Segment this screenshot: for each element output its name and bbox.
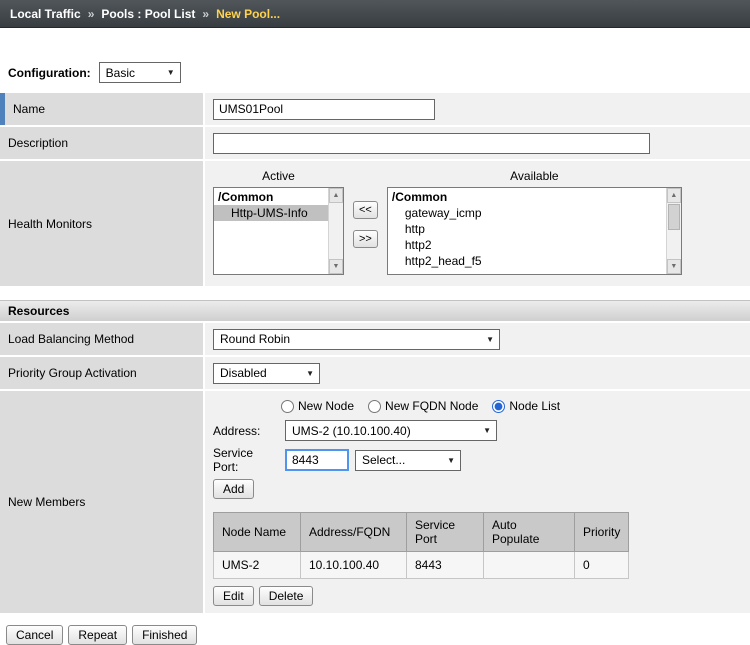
configuration-select-value: Basic bbox=[106, 66, 135, 80]
health-monitors-row: Health Monitors Active /Common Http-UMS-… bbox=[0, 161, 750, 286]
service-port-select-value: Select... bbox=[362, 453, 405, 467]
scroll-down-icon[interactable]: ▼ bbox=[667, 259, 681, 274]
available-monitor-item[interactable]: http2 bbox=[388, 237, 666, 253]
priority-group-select-value: Disabled bbox=[220, 366, 267, 380]
node-list-radio-label: Node List bbox=[509, 399, 560, 413]
node-list-radio[interactable] bbox=[492, 400, 505, 413]
new-members-label: New Members bbox=[0, 391, 205, 613]
footer-actions: Cancel Repeat Finished bbox=[6, 625, 750, 645]
chevron-down-icon: ▼ bbox=[483, 426, 491, 435]
priority-group-label: Priority Group Activation bbox=[0, 357, 205, 389]
active-monitor-item[interactable]: Http-UMS-Info bbox=[214, 205, 328, 221]
scroll-up-icon[interactable]: ▲ bbox=[667, 188, 681, 203]
move-to-available-button[interactable]: >> bbox=[353, 230, 378, 248]
col-auto-populate: Auto Populate bbox=[484, 513, 575, 552]
configuration-row: Configuration: Basic ▼ bbox=[8, 62, 750, 83]
add-member-button[interactable]: Add bbox=[213, 479, 254, 499]
new-members-row: New Members New Node New FQDN Node Node … bbox=[0, 391, 750, 613]
member-auto-populate bbox=[484, 552, 575, 579]
new-node-radio[interactable] bbox=[281, 400, 294, 413]
col-node-name: Node Name bbox=[214, 513, 301, 552]
address-label: Address: bbox=[213, 424, 279, 438]
new-fqdn-node-radio-label: New FQDN Node bbox=[385, 399, 478, 413]
breadcrumb-separator: » bbox=[202, 7, 209, 21]
configuration-select[interactable]: Basic ▼ bbox=[99, 62, 181, 83]
active-monitors-header: Active bbox=[262, 169, 295, 183]
general-properties-form: Name Description Health Monitors Active … bbox=[0, 93, 750, 286]
name-label: Name bbox=[0, 93, 205, 125]
load-balancing-label: Load Balancing Method bbox=[0, 323, 205, 355]
repeat-button[interactable]: Repeat bbox=[68, 625, 127, 645]
available-monitors-listbox[interactable]: /Common gateway_icmp http http2 http2_he… bbox=[387, 187, 682, 275]
available-monitors-header: Available bbox=[510, 169, 558, 183]
monitor-partition-item: /Common bbox=[214, 189, 328, 205]
load-balancing-select[interactable]: Round Robin ▼ bbox=[213, 329, 500, 350]
member-type-radio-group: New Node New FQDN Node Node List bbox=[281, 399, 742, 413]
chevron-down-icon: ▼ bbox=[486, 335, 494, 344]
scroll-down-icon[interactable]: ▼ bbox=[329, 259, 343, 274]
new-node-radio-label: New Node bbox=[298, 399, 354, 413]
breadcrumb-current: New Pool... bbox=[216, 7, 280, 21]
member-service-port: 8443 bbox=[407, 552, 484, 579]
chevron-down-icon: ▼ bbox=[306, 369, 314, 378]
scrollbar[interactable]: ▲ ▼ bbox=[328, 188, 343, 274]
edit-member-button[interactable]: Edit bbox=[213, 586, 254, 606]
delete-member-button[interactable]: Delete bbox=[259, 586, 314, 606]
scrollbar-thumb[interactable] bbox=[668, 204, 680, 230]
members-table-header-row: Node Name Address/FQDN Service Port Auto… bbox=[214, 513, 629, 552]
available-monitor-item[interactable]: http bbox=[388, 221, 666, 237]
member-priority: 0 bbox=[575, 552, 629, 579]
address-select-value: UMS-2 (10.10.100.40) bbox=[292, 424, 411, 438]
breadcrumb-section[interactable]: Local Traffic bbox=[10, 7, 81, 21]
description-label: Description bbox=[0, 127, 205, 159]
member-address-fqdn: 10.10.100.40 bbox=[301, 552, 407, 579]
member-type-option-new-fqdn-node[interactable]: New FQDN Node bbox=[368, 399, 478, 413]
member-type-option-new-node[interactable]: New Node bbox=[281, 399, 354, 413]
service-port-select[interactable]: Select... ▼ bbox=[355, 450, 461, 471]
cancel-button[interactable]: Cancel bbox=[6, 625, 63, 645]
member-node-name: UMS-2 bbox=[214, 552, 301, 579]
description-row: Description bbox=[0, 127, 750, 159]
finished-button[interactable]: Finished bbox=[132, 625, 197, 645]
chevron-down-icon: ▼ bbox=[447, 456, 455, 465]
service-port-field-row: Service Port: Select... ▼ bbox=[213, 446, 742, 474]
health-monitors-label: Health Monitors bbox=[0, 161, 205, 286]
resources-form: Load Balancing Method Round Robin ▼ Prio… bbox=[0, 323, 750, 613]
available-monitor-item[interactable]: gateway_icmp bbox=[388, 205, 666, 221]
monitor-partition-item: /Common bbox=[388, 189, 666, 205]
service-port-label: Service Port: bbox=[213, 446, 279, 474]
service-port-input[interactable] bbox=[285, 449, 349, 471]
priority-group-row: Priority Group Activation Disabled ▼ bbox=[0, 357, 750, 389]
chevron-down-icon: ▼ bbox=[167, 68, 175, 77]
name-input[interactable] bbox=[213, 99, 435, 120]
scroll-up-icon[interactable]: ▲ bbox=[329, 188, 343, 203]
col-service-port: Service Port bbox=[407, 513, 484, 552]
available-monitor-item[interactable]: http2_head_f5 bbox=[388, 253, 666, 269]
members-table: Node Name Address/FQDN Service Port Auto… bbox=[213, 512, 629, 579]
priority-group-select[interactable]: Disabled ▼ bbox=[213, 363, 320, 384]
member-row[interactable]: UMS-2 10.10.100.40 8443 0 bbox=[214, 552, 629, 579]
col-address-fqdn: Address/FQDN bbox=[301, 513, 407, 552]
resources-section-header: Resources bbox=[0, 300, 750, 321]
description-input[interactable] bbox=[213, 133, 650, 154]
configuration-label: Configuration: bbox=[8, 66, 91, 80]
name-row: Name bbox=[0, 93, 750, 125]
breadcrumb-path[interactable]: Pools : Pool List bbox=[101, 7, 195, 21]
address-select[interactable]: UMS-2 (10.10.100.40) ▼ bbox=[285, 420, 497, 441]
breadcrumb-separator: » bbox=[88, 7, 95, 21]
address-field-row: Address: UMS-2 (10.10.100.40) ▼ bbox=[213, 420, 742, 441]
move-to-active-button[interactable]: << bbox=[353, 201, 378, 219]
active-monitors-listbox[interactable]: /Common Http-UMS-Info ▲ ▼ bbox=[213, 187, 344, 275]
col-priority: Priority bbox=[575, 513, 629, 552]
load-balancing-select-value: Round Robin bbox=[220, 332, 290, 346]
scrollbar[interactable]: ▲ ▼ bbox=[666, 188, 681, 274]
new-fqdn-node-radio[interactable] bbox=[368, 400, 381, 413]
breadcrumb: Local Traffic » Pools : Pool List » New … bbox=[0, 0, 750, 28]
load-balancing-row: Load Balancing Method Round Robin ▼ bbox=[0, 323, 750, 355]
member-type-option-node-list[interactable]: Node List bbox=[492, 399, 560, 413]
